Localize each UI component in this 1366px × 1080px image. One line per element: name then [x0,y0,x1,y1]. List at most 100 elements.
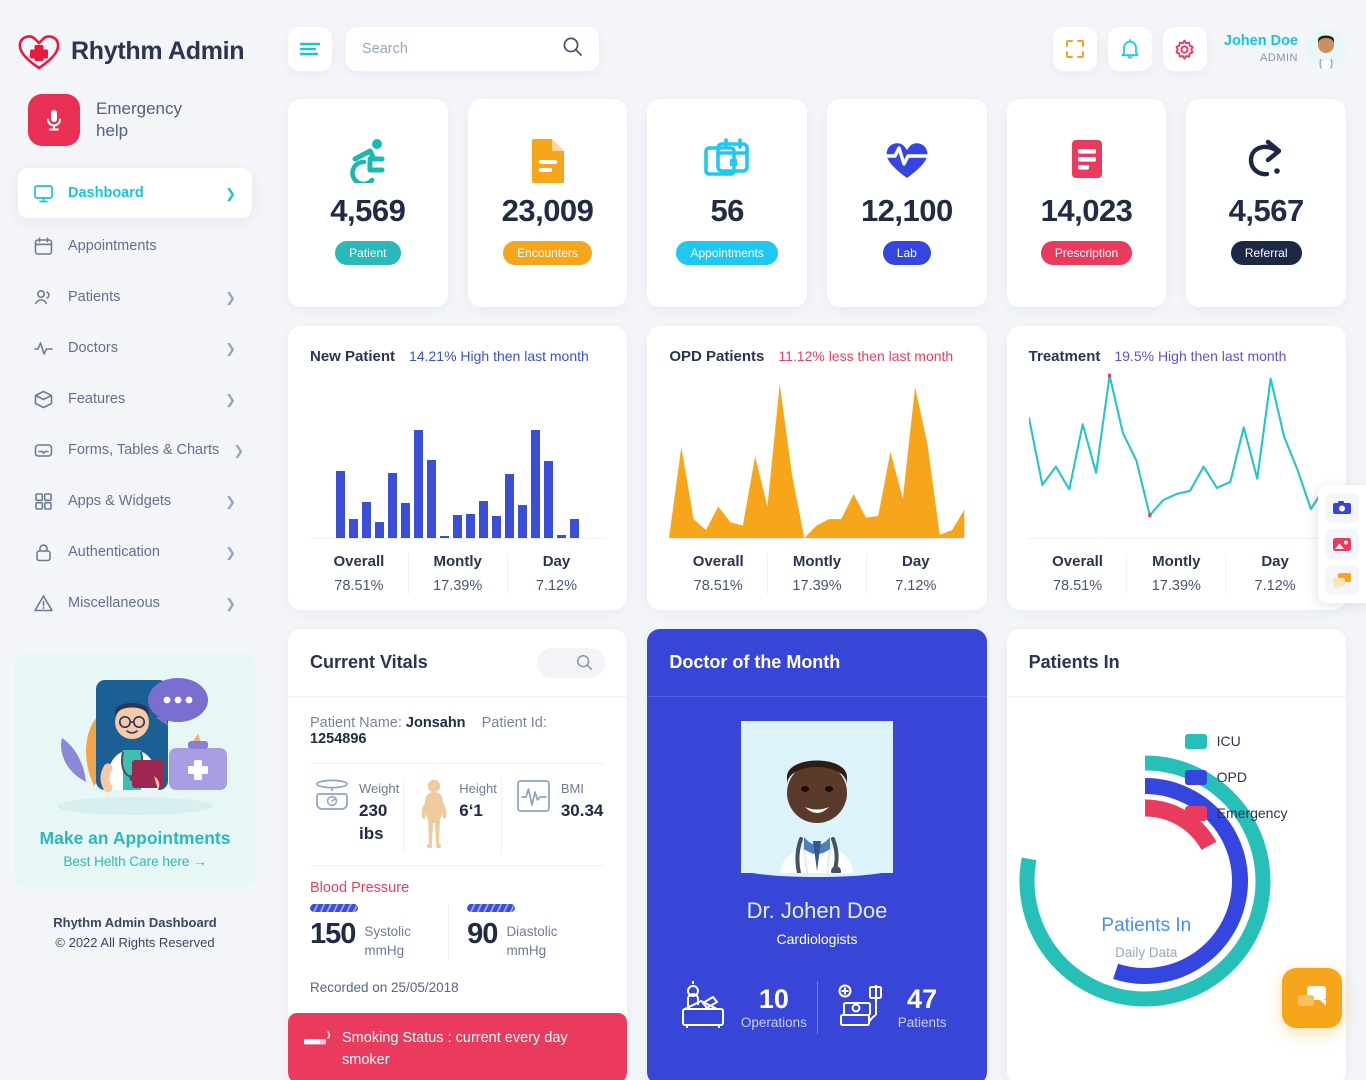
avatar[interactable] [1306,29,1346,69]
vitals-metrics: Weight 230 ibs Height 6‘1 BMI 30.34 [310,764,608,866]
camera-button[interactable] [1325,493,1359,523]
chat-button[interactable] [1325,565,1359,595]
dashboard-page: Rhythm Admin Emergency help Dashboard ❯ [0,0,1366,1080]
emergency-help-label: Emergency help [96,99,182,140]
chart-footer: Overall 78.51% Montly 17.39% Day 7.12% [1028,538,1324,610]
legend-color-swatch [1184,805,1207,821]
sidebar-item-label: Appointments [68,238,157,254]
doctor-stat-label: Patients [897,1015,947,1030]
legend-item-opd: OPD [1184,769,1288,785]
search-input[interactable] [362,41,554,57]
prescription-icon [1067,133,1107,187]
sidebar-item-miscellaneous[interactable]: Miscellaneous ❯ [18,580,252,626]
sidebar-item-label: Miscellaneous [68,595,160,611]
search-box[interactable] [346,27,599,71]
chart-delta: 19.5% High then last month [1114,348,1287,364]
chevron-right-icon: ❯ [225,185,236,201]
mini-chart-cards: New Patient 14.21% High then last month … [288,326,1346,610]
bp-systolic: 150 Systolic mmHg [310,904,448,960]
topbar: Johen Doe ADMIN [288,0,1346,80]
notifications-button[interactable] [1107,27,1152,71]
bar [518,504,528,538]
footer-value: 78.51% [1052,578,1103,594]
area-series [669,384,965,538]
heart-pulse-icon [883,133,931,187]
stat-card-appointments[interactable]: 56 Appointments [647,99,808,307]
stat-card-encounters[interactable]: 23,009 Encounters [467,99,628,307]
bp-bar [467,904,516,912]
panel-title: Doctor of the Month [669,652,841,672]
grid-icon [32,490,54,512]
stat-badge: Patient [335,241,401,265]
sidebar-item-patients[interactable]: Patients ❯ [18,274,252,320]
user-profile[interactable]: Johen Doe ADMIN [1224,29,1346,69]
bar [505,474,515,538]
stat-card-lab[interactable]: 12,100 Lab [827,99,987,307]
vitals-search-button[interactable] [537,647,606,678]
chart-title: New Patient [310,348,396,365]
footer-value: 7.12% [895,578,937,594]
body-icon [418,778,450,853]
footer-label: Montly [1152,553,1201,570]
chart-card-opd-patients: OPD Patients 11.12% less then last month… [647,326,987,610]
metric-bmi: BMI 30.34 [500,778,608,853]
legend-color-swatch [1184,733,1207,749]
footer-stat: Montly 17.39% [407,553,507,594]
main-content: Johen Doe ADMIN 4,569 Patient [270,0,1366,1080]
user-name: Johen Doe [1223,32,1298,49]
bar-series [310,428,605,538]
chart-legend: ICU OPD Emergency [1184,733,1288,841]
wheelchair-icon [346,133,390,187]
sidebar-item-label: Patients [68,289,121,305]
footer-stat: Day 7.12% [1225,553,1324,594]
sidebar-item-doctors[interactable]: Doctors ❯ [18,325,252,371]
footer-stat: Overall 78.51% [310,553,408,594]
footer-stat: Overall 78.51% [669,553,767,594]
stat-card-prescription[interactable]: 14,023 Prescription [1006,99,1167,307]
sidebar-item-apps-widgets[interactable]: Apps & Widgets ❯ [18,478,252,524]
inbox-icon [32,439,54,461]
doctor-stats: 10 Operations 47 Patients [647,981,986,1056]
metric-label: Weight [359,781,400,796]
footer-value: 17.39% [433,578,483,594]
emergency-help-button[interactable]: Emergency help [0,80,270,164]
bar [479,501,489,538]
data-point-marker [1147,513,1151,518]
chat-fab-button[interactable] [1282,968,1342,1028]
sidebar-item-authentication[interactable]: Authentication ❯ [18,529,252,575]
sidebar-item-appointments[interactable]: Appointments [18,223,252,269]
brand[interactable]: Rhythm Admin [0,0,270,80]
promo-title: Make an Appointments [39,828,231,848]
bp-unit: mmHg [364,943,405,958]
stat-card-patient[interactable]: 4,569 Patient [288,99,448,307]
bar [427,460,437,538]
sidebar-item-dashboard[interactable]: Dashboard ❯ [18,168,252,218]
calendar-icon [32,235,54,257]
sidebar-nav: Dashboard ❯ Appointments Patients ❯ Doct… [0,164,270,626]
smoking-status-banner: Smoking Status : current every day smoke… [288,1013,628,1080]
chart-footer: Overall 78.51% Montly 17.39% Day 7.12% [669,538,965,610]
stat-value: 14,023 [1040,193,1133,228]
settings-button[interactable] [1162,27,1207,71]
bar [544,461,554,538]
image-button[interactable] [1325,529,1359,559]
doctor-stat-label: Operations [740,1015,807,1030]
legend-item-icu: ICU [1184,733,1288,749]
doctor-name: Dr. Johen Doe [746,898,888,923]
chevron-right-icon: ❯ [225,340,236,356]
bottom-panels: Current Vitals Patient Name: Jonsahn Pat… [288,629,1346,1080]
fullscreen-button[interactable] [1052,27,1097,71]
bar [440,535,450,538]
hamburger-menu-button[interactable] [288,27,332,71]
sidebar-item-features[interactable]: Features ❯ [18,376,252,422]
search-icon[interactable] [562,36,583,62]
stat-card-referral[interactable]: 4,567 Referral [1186,99,1347,307]
sidebar-item-forms-tables-charts[interactable]: Forms, Tables & Charts ❯ [18,427,252,473]
legend-label: Emergency [1216,805,1288,821]
bp-label: Systolic [364,924,411,939]
bar [401,503,411,538]
footer-label: Overall [333,553,385,570]
make-appointment-promo[interactable]: Make an Appointments Best Helth Care her… [14,654,256,887]
chart-card-treatment: Treatment 19.5% High then last month Ove… [1006,326,1346,610]
bar [388,473,398,538]
